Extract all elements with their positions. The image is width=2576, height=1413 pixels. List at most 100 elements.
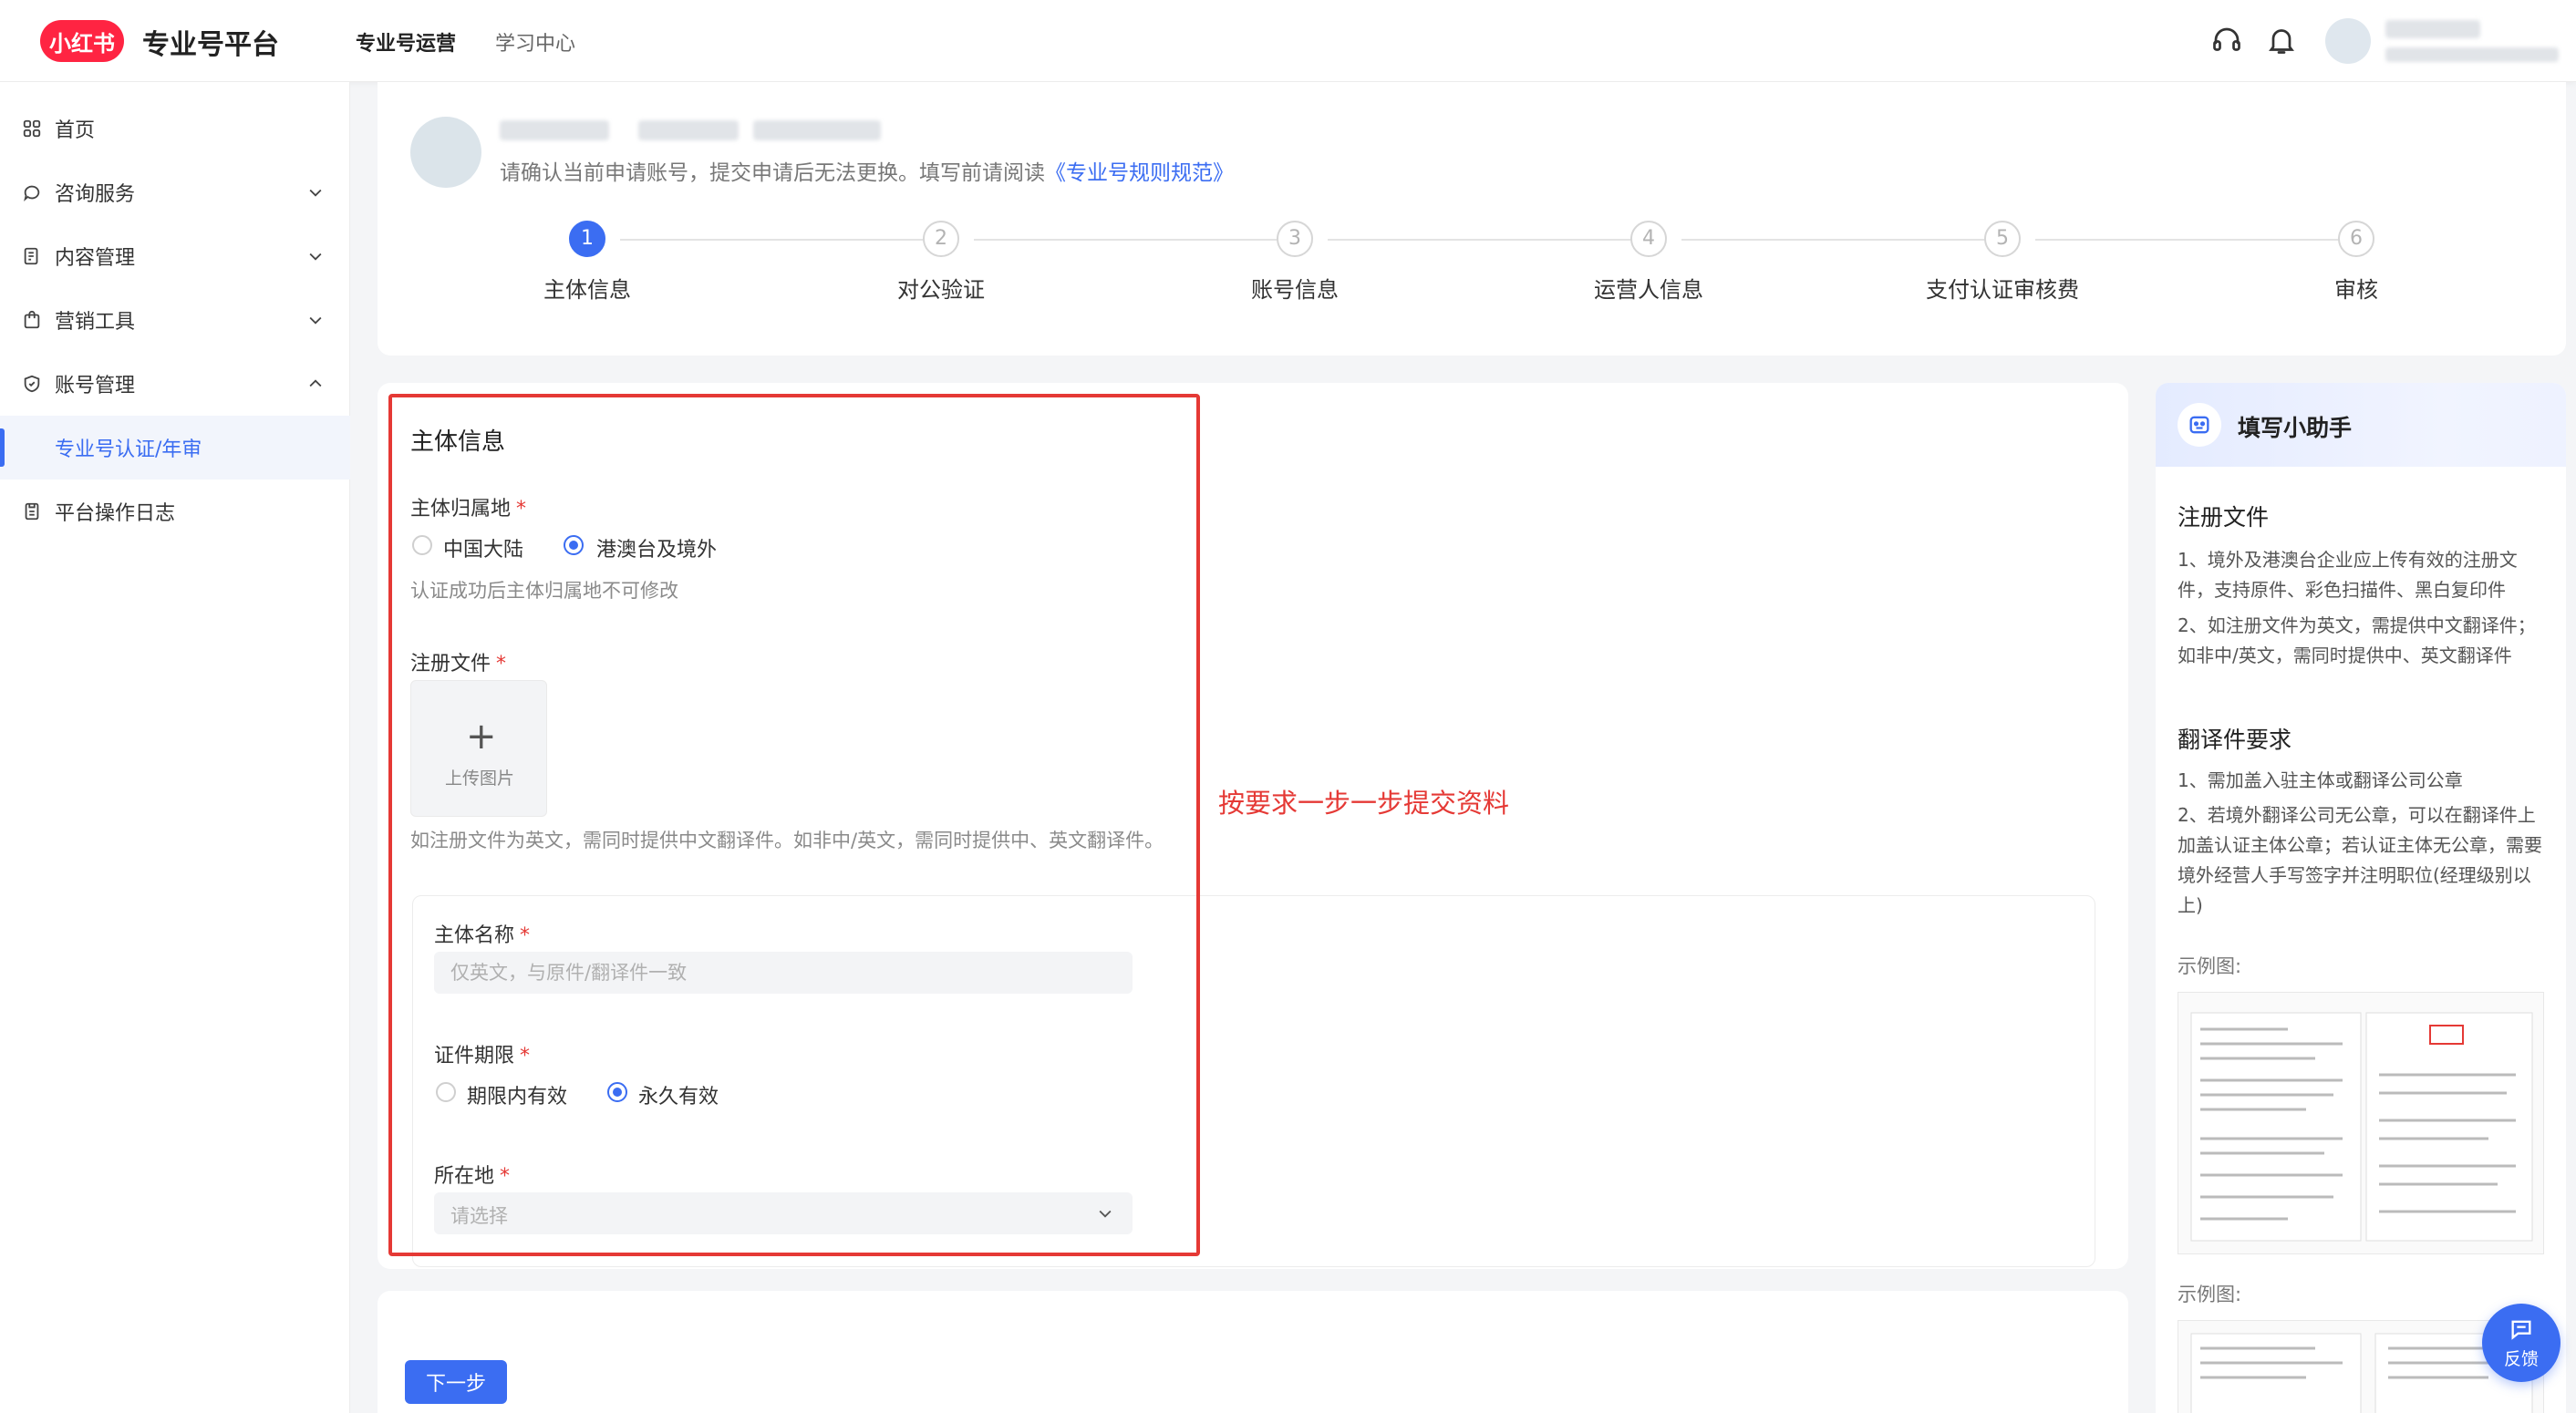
step-number: 6: [2338, 221, 2374, 257]
chat-icon: [24, 185, 40, 201]
validity-label-text: 证件期限: [434, 1045, 515, 1067]
rules-link[interactable]: 《专业号规则规范》: [1045, 161, 1234, 185]
radio-limited-validity-label[interactable]: 期限内有效: [467, 1080, 567, 1109]
reg-file-label-text: 注册文件: [410, 653, 491, 676]
account-notice: 请确认当前申请账号，提交申请后无法更换。填写前请阅读《专业号规则规范》: [500, 155, 1234, 186]
log-icon: [25, 502, 39, 521]
step-5: 5 支付认证审核费: [1911, 221, 2094, 304]
helper-section-heading: 注册文件: [2178, 504, 2270, 531]
step-2: 2 对公验证: [850, 221, 1032, 304]
account-avatar: [410, 117, 481, 188]
step-label: 审核: [2334, 277, 2378, 303]
step-label: 账号信息: [1251, 277, 1339, 303]
sidebar-item-label: 营销工具: [55, 311, 136, 334]
example-image[interactable]: [2178, 992, 2544, 1254]
reg-file-hint: 如注册文件为英文，需同时提供中文翻译件。如非中/英文，需同时提供中、英文翻译件。: [410, 830, 1164, 851]
chevron-down-icon: [1099, 1210, 1112, 1218]
document-icon: [24, 247, 38, 265]
step-6: 6 审核: [2265, 221, 2447, 304]
sidebar-item-label: 专业号认证/年审: [55, 438, 202, 461]
feedback-button[interactable]: 反馈: [2482, 1304, 2560, 1382]
helper-text: 2、若境外翻译公司无公章，可以在翻译件上加盖认证主体公章；若认证主体无公章，需要…: [2178, 804, 2542, 916]
radio-overseas[interactable]: [564, 535, 584, 555]
step-number: 3: [1277, 221, 1313, 257]
sidebar-item-label: 内容管理: [55, 247, 136, 270]
location-placeholder: 请选择: [450, 1205, 508, 1227]
sample-document-illustration: [2190, 1012, 2533, 1242]
sidebar-item-home[interactable]: 首页: [0, 97, 350, 160]
location-select[interactable]: 请选择: [434, 1192, 1133, 1234]
robot-icon: [2178, 403, 2221, 447]
upload-image-button[interactable]: + 上传图片: [410, 680, 547, 817]
brand-logo-text: 小红书: [49, 30, 115, 57]
step-number: 5: [1984, 221, 2021, 257]
headset-icon[interactable]: [2210, 24, 2243, 57]
step-number: 1: [569, 221, 605, 257]
sidebar-item-label: 咨询服务: [55, 183, 136, 206]
account-id-blurred: [638, 120, 739, 140]
bell-icon[interactable]: [2265, 24, 2298, 57]
sidebar-item-marketing[interactable]: 营销工具: [0, 288, 350, 352]
helper-text: 1、境外及港澳台企业应上传有效的注册文件，支持原件、彩色扫描件、黑白复印件: [2178, 549, 2518, 601]
step-label: 主体信息: [543, 277, 631, 303]
sidebar-item-certification[interactable]: 专业号认证/年审: [0, 416, 350, 480]
radio-mainland-label[interactable]: 中国大陆: [443, 533, 523, 562]
account-number-blurred: [753, 120, 881, 140]
sidebar-item-content[interactable]: 内容管理: [0, 224, 350, 288]
form-title: 主体信息: [410, 428, 506, 456]
reg-file-label: 注册文件 *: [410, 647, 506, 676]
nav-tab-operation[interactable]: 专业号运营: [356, 27, 456, 57]
annotation-text: 按要求一步一步提交资料: [1218, 788, 1510, 819]
step-3: 3 账号信息: [1204, 221, 1386, 304]
username-blurred: [2385, 20, 2480, 38]
step-label: 支付认证审核费: [1926, 277, 2079, 303]
required-mark: *: [516, 498, 527, 521]
feedback-label: 反馈: [2503, 1349, 2539, 1369]
required-mark: *: [500, 1165, 511, 1188]
feedback-icon: [2511, 1320, 2531, 1340]
radio-overseas-label[interactable]: 港澳台及境外: [596, 533, 717, 562]
radio-permanent-validity[interactable]: [607, 1082, 627, 1102]
location-label-text: 所在地: [434, 1165, 495, 1188]
region-label: 主体归属地 *: [410, 492, 526, 521]
step-1: 1 主体信息: [496, 221, 678, 304]
radio-limited-validity[interactable]: [436, 1082, 456, 1102]
radio-mainland[interactable]: [412, 535, 432, 555]
radio-permanent-validity-label[interactable]: 永久有效: [638, 1080, 719, 1109]
bottom-action-bar: [378, 1291, 2128, 1413]
brand-logo[interactable]: 小红书: [40, 20, 124, 62]
chevron-down-icon: [309, 189, 322, 197]
sidebar-item-operation-log[interactable]: 平台操作日志: [0, 480, 350, 543]
step-4: 4 运营人信息: [1557, 221, 1740, 304]
helper-panel: 填写小助手 注册文件 1、境外及港澳台企业应上传有效的注册文件，支持原件、彩色扫…: [2156, 383, 2566, 1413]
account-name-blurred: [500, 120, 609, 140]
example-label: 示例图:: [2178, 955, 2242, 977]
step-label: 对公验证: [897, 277, 985, 303]
plus-icon: +: [466, 716, 497, 758]
nav-tab-learning[interactable]: 学习中心: [495, 27, 575, 57]
top-header: 小红书 专业号平台 专业号运营 学习中心: [0, 0, 2576, 82]
shield-icon: [24, 375, 40, 393]
helper-title: 填写小助手: [2238, 415, 2353, 441]
validity-label: 证件期限 *: [434, 1039, 530, 1068]
notice-text: 请确认当前申请账号，提交申请后无法更换。填写前请阅读: [500, 161, 1045, 185]
sidebar-item-account[interactable]: 账号管理: [0, 352, 350, 416]
entity-name-label: 主体名称 *: [434, 919, 530, 948]
entity-name-label-text: 主体名称: [434, 924, 515, 947]
sidebar-item-label: 平台操作日志: [55, 502, 176, 525]
entity-name-input[interactable]: [434, 952, 1133, 994]
grid-icon: [23, 119, 41, 138]
upload-label: 上传图片: [444, 768, 514, 789]
sidebar: 首页 咨询服务 内容管理 营销工具 账号管理 专业号认证/年审 平台操作日志: [0, 82, 350, 1413]
chevron-up-icon: [309, 379, 322, 387]
step-label: 运营人信息: [1594, 277, 1703, 303]
user-avatar[interactable]: [2325, 18, 2371, 64]
sidebar-item-consulting[interactable]: 咨询服务: [0, 160, 350, 224]
bag-icon: [24, 310, 40, 329]
required-mark: *: [520, 924, 531, 947]
chevron-down-icon: [309, 316, 322, 325]
user-id-blurred: [2385, 47, 2559, 62]
next-step-button[interactable]: 下一步: [405, 1360, 507, 1404]
helper-text: 1、需加盖入驻主体或翻译公司公章: [2178, 769, 2463, 791]
helper-header: 填写小助手: [2156, 383, 2566, 467]
